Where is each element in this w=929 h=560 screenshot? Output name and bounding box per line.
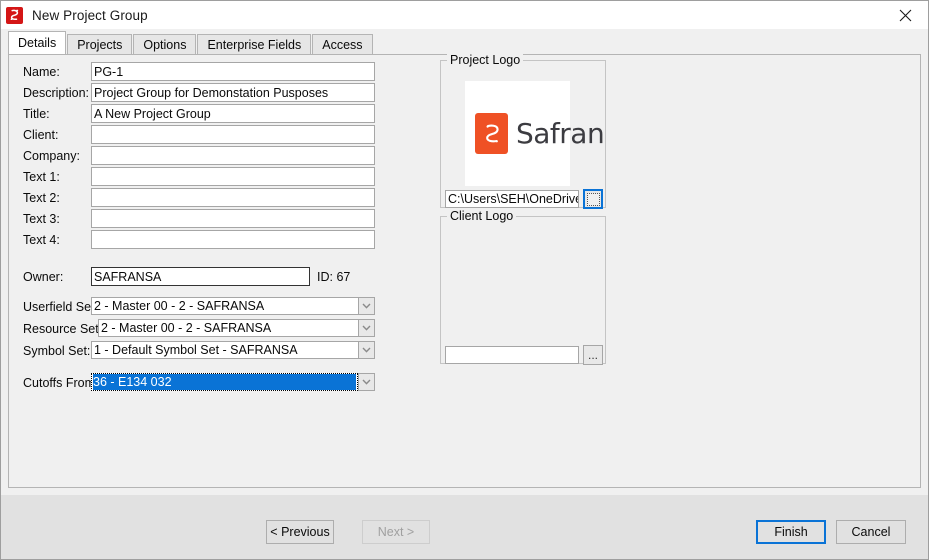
chevron-down-icon[interactable]: [358, 319, 375, 337]
owner-id-text: ID: 67: [317, 270, 351, 284]
label-text-4: Text 4:: [23, 233, 60, 247]
close-icon[interactable]: [882, 1, 928, 29]
label-client: Client:: [23, 128, 59, 142]
label-title: Title:: [23, 107, 50, 121]
project-logo-path[interactable]: C:\Users\SEH\OneDrive - S: [445, 190, 579, 208]
details-tab-panel: Name: Description: Title: Client: Compan…: [8, 53, 921, 488]
new-project-group-dialog: New Project Group Details Projects Optio…: [0, 0, 929, 560]
cutoffs-from-selected-text: 36 - E134 032: [93, 374, 356, 390]
label-text-3: Text 3:: [23, 212, 60, 226]
label-resource-set: Resource Set:: [23, 322, 103, 336]
client-logo-browse-button[interactable]: ...: [583, 345, 603, 365]
project-logo-group: Project Logo Safran C:\Users\SEH\OneDriv…: [440, 53, 606, 209]
userfield-set-value: 2 - Master 00 - 2 - SAFRANSA: [91, 297, 358, 315]
text-2-input[interactable]: [91, 188, 375, 207]
label-company: Company:: [23, 149, 80, 163]
label-description: Description:: [23, 86, 89, 100]
owner-input[interactable]: [91, 267, 310, 286]
tab-bar: Details Projects Options Enterprise Fiel…: [8, 31, 374, 54]
resource-set-combo[interactable]: 2 - Master 00 - 2 - SAFRANSA: [98, 319, 375, 337]
label-name: Name:: [23, 65, 60, 79]
safran-logo-lockup: Safran: [475, 113, 605, 154]
client-logo-path[interactable]: [445, 346, 579, 364]
text-1-input[interactable]: [91, 167, 375, 186]
browse-dots-icon: [586, 192, 600, 206]
symbol-set-combo[interactable]: 1 - Default Symbol Set - SAFRANSA: [91, 341, 375, 359]
symbol-set-value: 1 - Default Symbol Set - SAFRANSA: [91, 341, 358, 359]
next-button[interactable]: Next >: [362, 520, 430, 544]
resource-set-value: 2 - Master 00 - 2 - SAFRANSA: [98, 319, 358, 337]
title-input[interactable]: [91, 104, 375, 123]
label-cutoffs-from: Cutoffs From:: [23, 376, 99, 390]
finish-button[interactable]: Finish: [756, 520, 826, 544]
label-owner: Owner:: [23, 270, 64, 284]
chevron-down-icon[interactable]: [358, 373, 375, 391]
project-logo-browse-button[interactable]: [583, 189, 603, 209]
safran-wordmark: Safran: [516, 116, 605, 150]
project-logo-path-row: C:\Users\SEH\OneDrive - S: [445, 189, 603, 209]
dialog-footer: < Previous Next > Finish Cancel: [1, 495, 928, 559]
project-logo-title: Project Logo: [447, 53, 524, 67]
cutoffs-from-value: 36 - E134 032: [91, 373, 358, 391]
text-4-input[interactable]: [91, 230, 375, 249]
client-logo-group: Client Logo ...: [440, 209, 606, 365]
window-title: New Project Group: [32, 7, 148, 23]
client-logo-path-row: ...: [445, 345, 603, 365]
project-logo-image: Safran: [465, 81, 605, 186]
tab-details[interactable]: Details: [8, 31, 67, 54]
previous-button[interactable]: < Previous: [266, 520, 334, 544]
client-input[interactable]: [91, 125, 375, 144]
client-logo-title: Client Logo: [447, 209, 517, 223]
name-input[interactable]: [91, 62, 375, 81]
text-3-input[interactable]: [91, 209, 375, 228]
chevron-down-icon[interactable]: [358, 341, 375, 359]
label-symbol-set: Symbol Set:: [23, 344, 91, 358]
tab-options[interactable]: Options: [133, 34, 197, 54]
description-input[interactable]: [91, 83, 375, 102]
userfield-set-combo[interactable]: 2 - Master 00 - 2 - SAFRANSA: [91, 297, 375, 315]
label-text-2: Text 2:: [23, 191, 60, 205]
cancel-button[interactable]: Cancel: [836, 520, 906, 544]
tab-projects[interactable]: Projects: [67, 34, 133, 54]
company-input[interactable]: [91, 146, 375, 165]
cutoffs-from-combo[interactable]: 36 - E134 032: [91, 373, 375, 391]
title-bar: New Project Group: [1, 1, 928, 29]
tab-access[interactable]: Access: [312, 34, 373, 54]
label-text-1: Text 1:: [23, 170, 60, 184]
chevron-down-icon[interactable]: [358, 297, 375, 315]
label-userfield-set: Userfield Set:: [23, 300, 99, 314]
tab-enterprise-fields[interactable]: Enterprise Fields: [197, 34, 312, 54]
safran-mark-icon: [475, 113, 508, 154]
safran-logo-icon: [6, 6, 23, 24]
